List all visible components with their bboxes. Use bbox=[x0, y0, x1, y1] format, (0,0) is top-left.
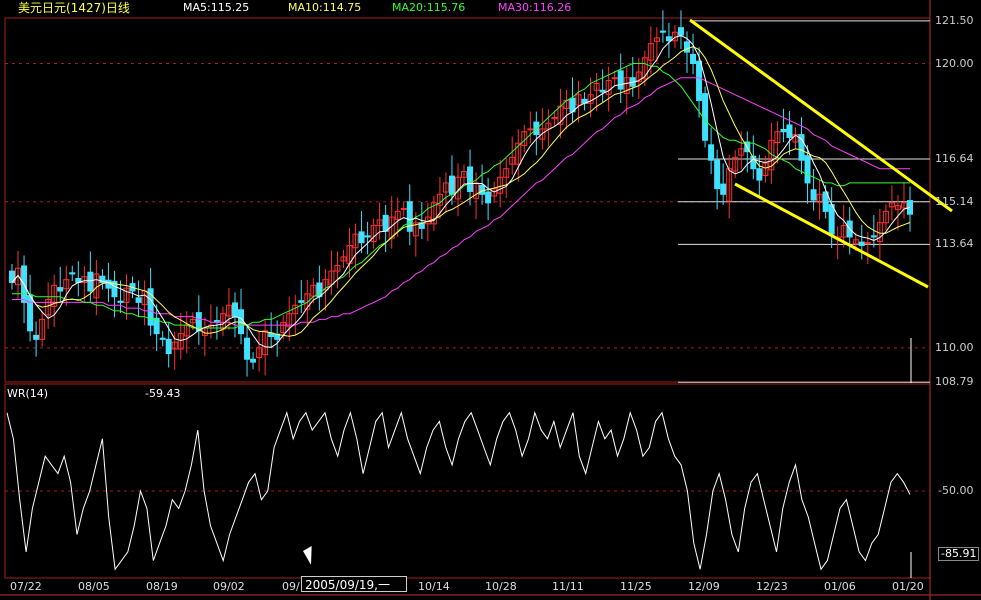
price-tick-label: 110.00 bbox=[935, 340, 974, 354]
date-tick-label: 11/25 bbox=[620, 580, 652, 593]
candle-body bbox=[448, 175, 455, 195]
candle-body bbox=[57, 287, 64, 292]
candle-body bbox=[485, 191, 492, 204]
candle-body bbox=[684, 41, 691, 53]
candle-body bbox=[786, 124, 793, 138]
candle-body bbox=[165, 338, 172, 355]
candle-body bbox=[250, 358, 257, 363]
wr-tick-label: -85.91 bbox=[938, 547, 980, 562]
date-tick-label: 10/28 bbox=[485, 580, 517, 593]
candle-body bbox=[828, 204, 835, 235]
date-tick-label: 12/09 bbox=[688, 580, 720, 593]
price-tick-label: 108.79 bbox=[935, 375, 974, 389]
candle-body bbox=[400, 208, 407, 211]
chart-stage: 美元日元(1427)日线 MA5:115.25 MA10:114.75 MA20… bbox=[0, 0, 981, 600]
candle-body bbox=[479, 184, 486, 195]
wr-panel-frame bbox=[4, 383, 931, 579]
candle-body bbox=[677, 27, 684, 36]
chart-canvas[interactable] bbox=[0, 0, 981, 600]
date-tick-label: 10/14 bbox=[418, 580, 450, 593]
candle-body bbox=[27, 295, 34, 332]
candle-body bbox=[864, 242, 871, 245]
candle-body bbox=[611, 77, 618, 80]
candle-body bbox=[406, 201, 413, 232]
candle-body bbox=[527, 128, 534, 131]
candle-body bbox=[599, 89, 606, 93]
candle-body bbox=[382, 214, 389, 232]
candle-body bbox=[702, 93, 709, 141]
date-tick-label: 08/19 bbox=[146, 580, 178, 593]
candle-body bbox=[87, 271, 94, 292]
date-tick-label: 01/20 bbox=[892, 580, 924, 593]
candle-body bbox=[358, 231, 365, 244]
date-tick-label: 07/22 bbox=[10, 580, 42, 593]
candle-body bbox=[804, 155, 811, 184]
candle-body bbox=[696, 60, 703, 101]
date-tick-label: 12/23 bbox=[756, 580, 788, 593]
candle-body bbox=[364, 235, 371, 238]
cursor-date-readout: 2005/09/19,一 bbox=[301, 576, 407, 592]
candle-body bbox=[617, 70, 624, 90]
candle-body bbox=[159, 337, 166, 340]
price-tick-label: 116.64 bbox=[935, 152, 974, 166]
candle-body bbox=[659, 30, 666, 33]
candle-body bbox=[117, 300, 124, 303]
candle-body bbox=[714, 159, 721, 190]
price-tick-label: 113.64 bbox=[935, 237, 974, 251]
candle-body bbox=[780, 128, 787, 133]
price-tick-label: 121.50 bbox=[935, 13, 974, 27]
date-tick-label: 01/06 bbox=[824, 580, 856, 593]
candle-body bbox=[756, 168, 763, 181]
date-tick-label: 08/05 bbox=[78, 580, 110, 593]
date-tick-label: 11/11 bbox=[552, 580, 584, 593]
candle-body bbox=[244, 337, 251, 360]
candle-body bbox=[231, 302, 238, 318]
price-tick-label: 120.00 bbox=[935, 56, 974, 70]
candle-body bbox=[858, 241, 865, 246]
candle-body bbox=[810, 189, 817, 201]
price-tick-label: 115.14 bbox=[935, 194, 974, 208]
wr-line bbox=[6, 410, 911, 571]
candle-body bbox=[690, 53, 697, 65]
date-tick-label: 09/02 bbox=[213, 580, 245, 593]
candle-body bbox=[33, 334, 40, 340]
candle-body bbox=[69, 272, 76, 275]
wr-tick-label: -50.00 bbox=[938, 484, 974, 497]
candle-body bbox=[720, 183, 727, 195]
candle-body bbox=[665, 36, 672, 42]
candle-body bbox=[467, 166, 474, 192]
candle-body bbox=[870, 235, 877, 238]
candle-body bbox=[298, 300, 305, 303]
ma20-line bbox=[12, 63, 910, 329]
date-tick-label: 09/ bbox=[282, 580, 300, 593]
candle-body bbox=[708, 144, 715, 161]
candle-body bbox=[135, 297, 142, 303]
